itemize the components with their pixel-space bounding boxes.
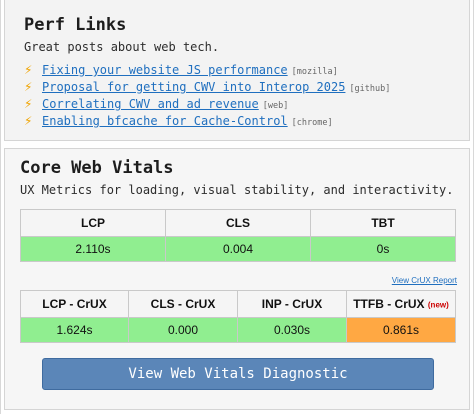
perf-links-subtitle: Great posts about web tech. [24,40,220,54]
list-item: ⚡ Proposal for getting CWV into Interop 2… [24,79,390,96]
lightning-bolt-icon: ⚡ [24,97,33,111]
list-item: ⚡ Correlating CWV and ad revenue [web] [24,96,390,113]
lcp-value: 2.110s [20,236,166,262]
ttfb-crux-value: 0.861s [346,317,456,343]
crux-metrics-table: LCP - CrUX CLS - CrUX INP - CrUX TTFB - … [20,290,456,343]
lcp-crux-value: 1.624s [20,317,129,343]
table-row: 2.110s 0.004 0s [20,236,456,262]
new-badge: (new) [427,300,449,310]
view-crux-report-link[interactable]: View CrUX Report [392,276,457,285]
table-row: 1.624s 0.000 0.030s 0.861s [20,317,456,343]
core-web-vitals-title: Core Web Vitals [20,158,174,178]
cls-value: 0.004 [165,236,311,262]
link-source-tag: [github] [349,84,391,94]
perf-links-title: Perf Links [24,15,127,35]
link-source-tag: [web] [262,101,289,111]
lightning-bolt-icon: ⚡ [24,63,33,77]
link-source-tag: [chrome] [291,118,333,128]
lcp-crux-header: LCP - CrUX [20,290,129,318]
page: Perf Links Great posts about web tech. ⚡… [0,0,474,414]
perf-link-2[interactable]: Proposal for getting CWV into Interop 20… [42,80,345,94]
view-web-vitals-diagnostic-button[interactable]: View Web Vitals Diagnostic [42,358,434,390]
tbt-value: 0s [310,236,456,262]
ttfb-crux-header-label: TTFB - CrUX [353,297,425,311]
ttfb-crux-header: TTFB - CrUX (new) [346,290,456,318]
inp-crux-value: 0.030s [237,317,347,343]
lcp-header: LCP [20,209,166,237]
cls-header: CLS [165,209,311,237]
tbt-header: TBT [310,209,456,237]
lightning-bolt-icon: ⚡ [24,114,33,128]
perf-link-3[interactable]: Correlating CWV and ad revenue [42,97,259,111]
perf-links-list: ⚡ Fixing your website JS performance [mozi… [24,62,390,130]
table-header-row: LCP - CrUX CLS - CrUX INP - CrUX TTFB - … [20,290,456,318]
table-header-row: LCP CLS TBT [20,209,456,237]
perf-links-panel: Perf Links Great posts about web tech. ⚡… [4,0,470,141]
lightning-bolt-icon: ⚡ [24,80,33,94]
cls-crux-header: CLS - CrUX [128,290,238,318]
core-web-vitals-subtitle: UX Metrics for loading, visual stability… [20,183,454,197]
cls-crux-value: 0.000 [128,317,238,343]
perf-link-4[interactable]: Enabling bfcache for Cache-Control [42,114,288,128]
perf-link-1[interactable]: Fixing your website JS performance [42,63,288,77]
inp-crux-header: INP - CrUX [237,290,347,318]
list-item: ⚡ Fixing your website JS performance [mozi… [24,62,390,79]
link-source-tag: [mozilla] [291,67,338,77]
lab-metrics-table: LCP CLS TBT 2.110s 0.004 0s [20,209,456,262]
list-item: ⚡ Enabling bfcache for Cache-Control [chro… [24,113,390,130]
